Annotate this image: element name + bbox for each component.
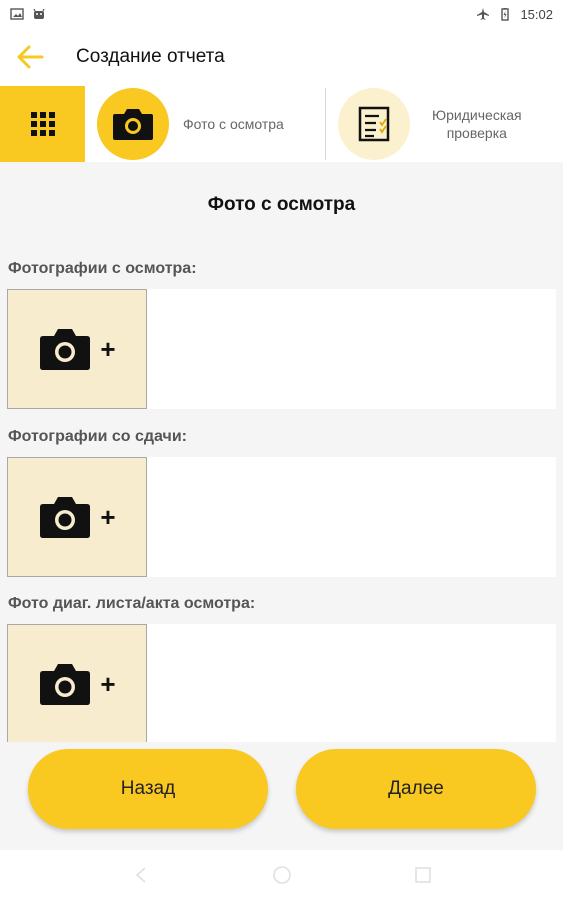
back-button[interactable]: Назад — [28, 749, 268, 829]
tab-legal-check-label: Юридическая проверка — [432, 106, 522, 142]
add-photo-button[interactable]: + — [7, 624, 147, 742]
system-nav-bar — [0, 850, 563, 900]
nav-home-icon — [272, 866, 291, 884]
footer: Назад Далее — [0, 742, 563, 850]
status-right: 15:02 — [476, 7, 553, 22]
section-title: Фото с осмотра — [207, 194, 356, 215]
add-photo-button[interactable]: + — [7, 457, 147, 577]
field-label-inspection-photos: Фотографии с осмотра: — [8, 260, 197, 277]
image-icon — [10, 8, 24, 20]
page-title: Создание отчета — [76, 46, 225, 67]
nav-home-button[interactable] — [270, 863, 294, 887]
step-circle-active — [97, 88, 169, 160]
airplane-icon — [477, 8, 490, 20]
app-bar: Создание отчета — [0, 28, 563, 86]
nav-recents-icon — [414, 867, 431, 883]
grid-icon — [30, 112, 55, 136]
step-circle-inactive — [338, 88, 410, 160]
status-bar: 15:02 — [0, 0, 563, 28]
next-button[interactable]: Далее — [296, 749, 536, 829]
photo-row-inspection: + — [7, 289, 556, 409]
plus-icon: + — [100, 668, 116, 699]
checklist-icon — [358, 106, 390, 142]
main-content: Фото с осмотра Фотографии с осмотра: + Ф… — [0, 162, 563, 742]
camera-icon — [40, 497, 91, 538]
grid-menu-button[interactable] — [0, 86, 85, 162]
nav-back-button[interactable] — [129, 863, 153, 887]
plus-icon: + — [100, 501, 116, 532]
arrow-left-icon — [17, 45, 44, 69]
tab-legal-check-label-line2: проверка — [446, 125, 507, 141]
photo-row-diag: + — [7, 624, 556, 742]
tab-photo-inspection[interactable]: Фото с осмотра — [85, 86, 325, 162]
nav-back-icon — [135, 867, 146, 883]
status-left — [10, 7, 46, 21]
step-tabs: Фото с осмотра Юридическая проверка — [0, 86, 563, 162]
status-time: 15:02 — [520, 6, 553, 22]
field-label-handover-photos: Фотографии со сдачи: — [8, 428, 188, 445]
photo-row-handover: + — [7, 457, 556, 577]
camera-icon — [40, 329, 91, 370]
android-icon — [33, 8, 45, 19]
tab-legal-check[interactable]: Юридическая проверка — [326, 86, 563, 162]
nav-recents-button[interactable] — [411, 863, 435, 887]
add-photo-button[interactable]: + — [7, 289, 147, 409]
battery-icon — [501, 8, 510, 21]
camera-icon — [40, 664, 91, 705]
tab-legal-check-label-line1: Юридическая — [432, 106, 522, 123]
camera-icon — [113, 109, 153, 140]
plus-icon: + — [100, 333, 116, 364]
back-arrow-button[interactable] — [0, 28, 60, 86]
tab-photo-inspection-label: Фото с осмотра — [183, 115, 284, 132]
field-label-diag-photos: Фото диаг. листа/акта осмотра: — [8, 595, 256, 612]
